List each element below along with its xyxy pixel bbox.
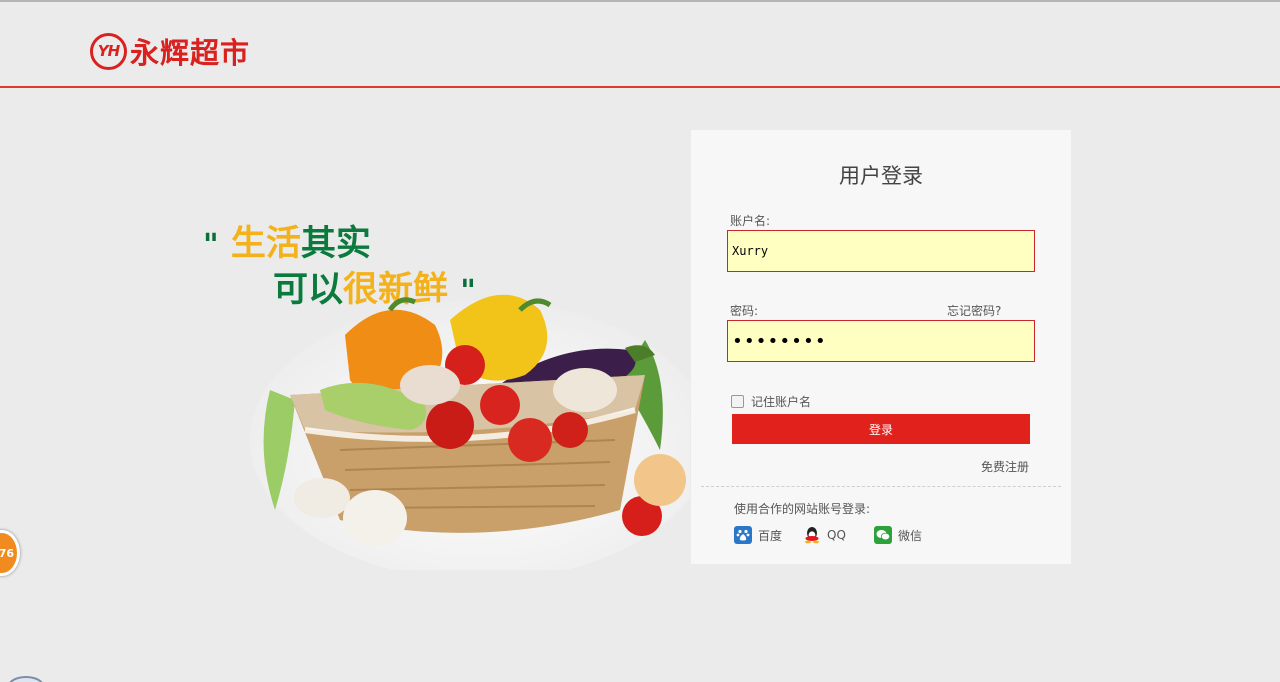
baidu-label: 百度	[758, 528, 783, 543]
login-panel: 用户登录 账户名: 密码: 忘记密码? 记住账户名 登录 免费注册 使用合作的网…	[691, 130, 1071, 564]
vegetable-basket-image	[250, 280, 710, 580]
password-label: 密码:	[730, 304, 759, 318]
slogan-green-1: 其实	[300, 224, 371, 264]
vegetable-basket-illustration	[250, 294, 710, 580]
side-float-button[interactable]	[8, 676, 44, 682]
site-header: YH 永辉超市	[0, 2, 1280, 88]
free-register-link[interactable]: 免费注册	[981, 458, 1029, 475]
slogan-line-1: " 生活其实	[203, 222, 476, 268]
quote-open: "	[203, 228, 219, 263]
side-float-badge[interactable]: 76	[0, 530, 20, 576]
remember-checkbox[interactable]	[731, 395, 744, 408]
username-input[interactable]	[727, 230, 1035, 272]
password-input[interactable]	[727, 320, 1035, 362]
remember-label: 记住账户名	[751, 395, 812, 409]
wechat-icon	[874, 526, 892, 544]
username-label: 账户名:	[730, 214, 771, 228]
wechat-login[interactable]: 微信	[874, 526, 922, 544]
baidu-login[interactable]: 百度	[734, 526, 782, 544]
yh-logo-mark: YH	[90, 32, 127, 70]
forgot-password-link[interactable]: 忘记密码?	[947, 302, 1001, 319]
third-party-login-label: 使用合作的网站账号登录:	[734, 502, 871, 516]
wechat-label: 微信	[898, 528, 923, 543]
login-button[interactable]: 登录	[732, 414, 1030, 444]
baidu-icon	[734, 526, 752, 544]
yonghui-logo[interactable]: YH 永辉超市	[90, 32, 250, 70]
divider	[701, 486, 1061, 487]
qq-penguin-icon	[803, 526, 821, 544]
qq-label: QQ	[827, 528, 846, 542]
remember-username[interactable]: 记住账户名	[731, 393, 811, 410]
slogan-yellow-1: 生活	[230, 224, 301, 264]
qq-login[interactable]: QQ	[803, 526, 846, 544]
logo-text: 永辉超市	[130, 36, 251, 70]
login-title: 用户登录	[839, 164, 923, 188]
